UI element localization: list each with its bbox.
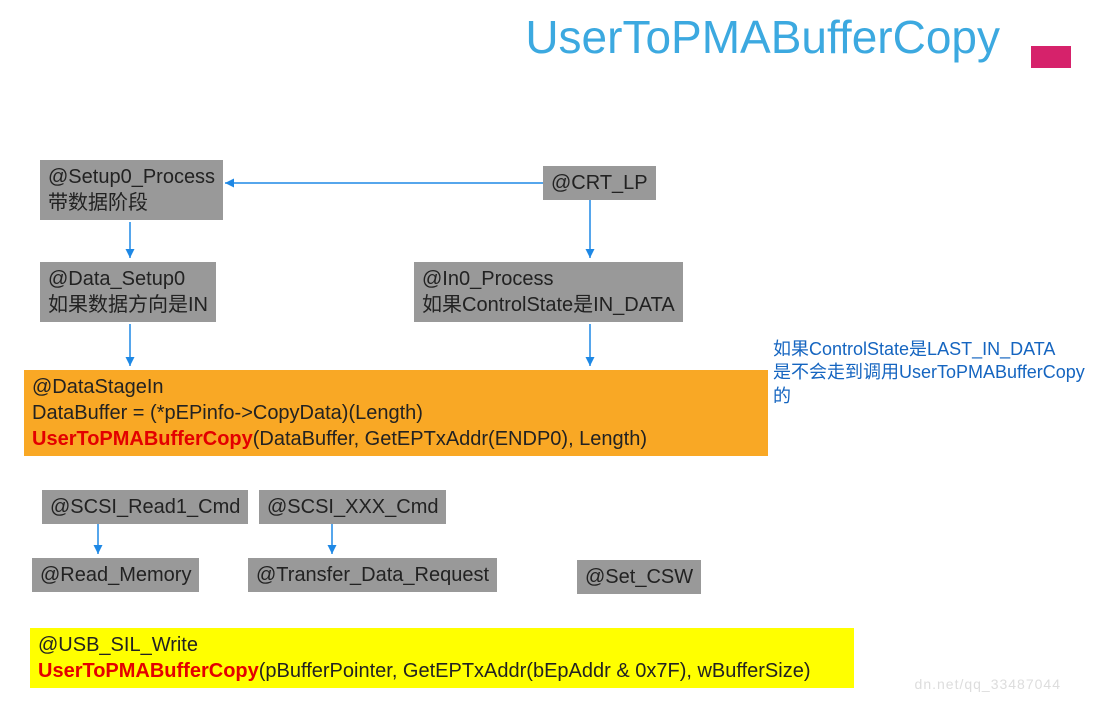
text-line: @Set_CSW [585,564,693,590]
box-setup0-process: @Setup0_Process 带数据阶段 [40,160,223,220]
text-line: @SCSI_XXX_Cmd [267,494,438,520]
text-line: 如果ControlState是IN_DATA [422,292,675,318]
text-line: @Data_Setup0 [48,266,208,292]
text-line: @CRT_LP [551,170,648,196]
text-line: @Setup0_Process [48,164,215,190]
text-line: UserToPMABufferCopy(DataBuffer, GetEPTxA… [32,426,760,452]
fn-name: UserToPMABufferCopy [32,428,253,450]
fn-args: (DataBuffer, GetEPTxAddr(ENDP0), Length) [253,428,647,450]
decorative-square [1031,46,1071,68]
text-line: @USB_SIL_Write [38,632,846,658]
fn-name: UserToPMABufferCopy [38,660,259,682]
box-read-memory: @Read_Memory [32,558,199,592]
box-set-csw: @Set_CSW [577,560,701,594]
box-data-setup0: @Data_Setup0 如果数据方向是IN [40,262,216,322]
text-line: @In0_Process [422,266,675,292]
box-datastagein: @DataStageIn DataBuffer = (*pEPinfo->Cop… [24,370,768,456]
box-transfer-data-request: @Transfer_Data_Request [248,558,497,592]
text-line: 如果ControlState是LAST_IN_DATA [773,338,1101,361]
box-usb-sil-write: @USB_SIL_Write UserToPMABufferCopy(pBuff… [30,628,854,688]
text-line: 如果数据方向是IN [48,292,208,318]
box-crt-lp: @CRT_LP [543,166,656,200]
page-title: UserToPMABufferCopy [0,10,1000,64]
text-line: 带数据阶段 [48,190,215,216]
text-line: @Transfer_Data_Request [256,562,489,588]
text-line: UserToPMABufferCopy(pBufferPointer, GetE… [38,658,846,684]
text-line: @DataStageIn [32,374,760,400]
text-line: 是不会走到调用UserToPMABufferCopy的 [773,361,1101,408]
box-in0-process: @In0_Process 如果ControlState是IN_DATA [414,262,683,322]
box-scsi-xxx-cmd: @SCSI_XXX_Cmd [259,490,446,524]
fn-args: (pBufferPointer, GetEPTxAddr(bEpAddr & 0… [259,660,811,682]
annotation-note: 如果ControlState是LAST_IN_DATA 是不会走到调用UserT… [773,338,1101,408]
watermark: dn.net/qq_33487044 [915,676,1061,692]
text-line: DataBuffer = (*pEPinfo->CopyData)(Length… [32,400,760,426]
text-line: @SCSI_Read1_Cmd [50,494,240,520]
text-line: @Read_Memory [40,562,191,588]
box-scsi-read1-cmd: @SCSI_Read1_Cmd [42,490,248,524]
